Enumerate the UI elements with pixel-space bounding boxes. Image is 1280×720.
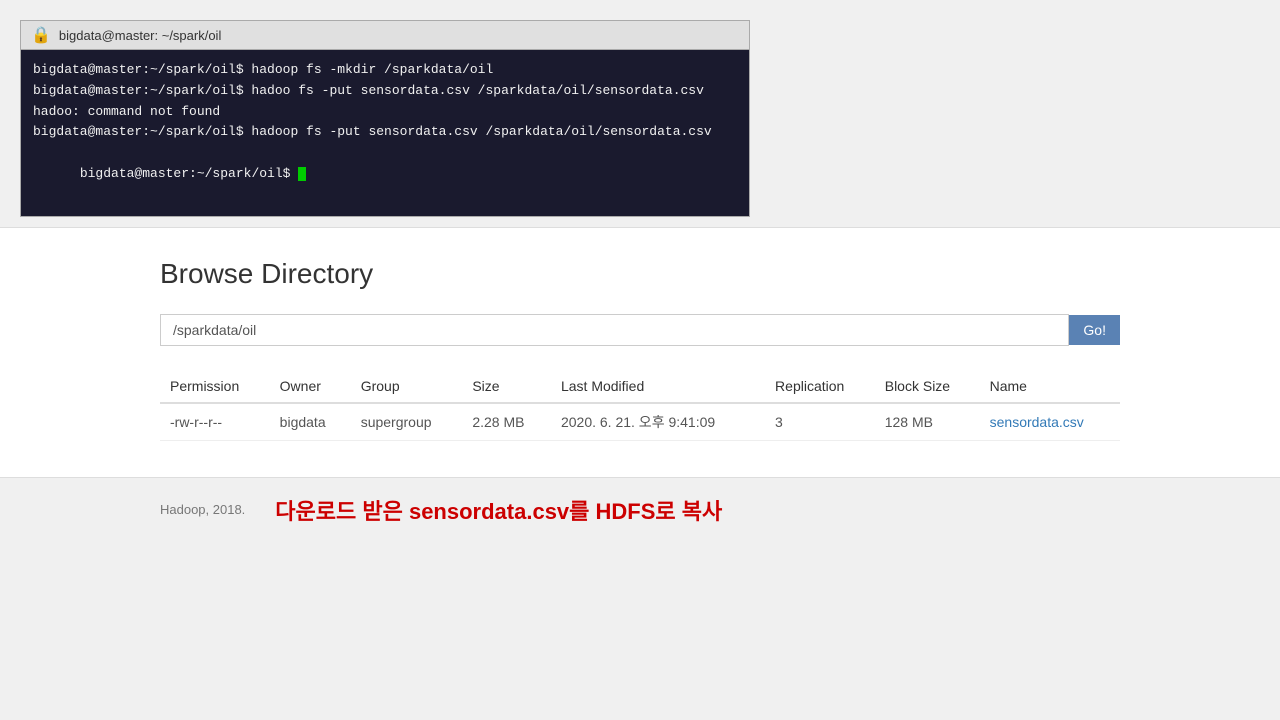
footer-copyright: Hadoop, 2018. (160, 502, 245, 517)
col-owner: Owner (270, 370, 351, 403)
col-group: Group (351, 370, 463, 403)
col-name: Name (980, 370, 1120, 403)
terminal-line-3: hadoo: command not found (33, 102, 737, 123)
col-size: Size (462, 370, 551, 403)
terminal-line-5: bigdata@master:~/spark/oil$ (33, 143, 737, 205)
browser-section: Browse Directory Go! Permission Owner Gr… (0, 227, 1280, 477)
terminal-line-4: bigdata@master:~/spark/oil$ hadoop fs -p… (33, 122, 737, 143)
table-row: -rw-r--r-- bigdata supergroup 2.28 MB 20… (160, 403, 1120, 441)
col-permission: Permission (160, 370, 270, 403)
terminal-body: bigdata@master:~/spark/oil$ hadoop fs -m… (20, 49, 750, 217)
col-replication: Replication (765, 370, 875, 403)
footer-annotation: 다운로드 받은 sensordata.csv를 HDFS로 복사 (275, 494, 722, 526)
cell-size: 2.28 MB (462, 403, 551, 441)
col-last-modified: Last Modified (551, 370, 765, 403)
go-button[interactable]: Go! (1069, 315, 1120, 345)
search-bar: Go! (160, 314, 1120, 346)
terminal-cursor (298, 167, 306, 181)
col-block-size: Block Size (875, 370, 980, 403)
terminal-wrapper: 🔒 bigdata@master: ~/spark/oil bigdata@ma… (0, 0, 1280, 227)
file-link[interactable]: sensordata.csv (990, 414, 1084, 430)
cell-block-size: 128 MB (875, 403, 980, 441)
cell-name[interactable]: sensordata.csv (980, 403, 1120, 441)
table-header-row: Permission Owner Group Size Last Modifie… (160, 370, 1120, 403)
directory-table: Permission Owner Group Size Last Modifie… (160, 370, 1120, 441)
footer-section: Hadoop, 2018. 다운로드 받은 sensordata.csv를 HD… (0, 477, 1280, 542)
terminal-title: bigdata@master: ~/spark/oil (59, 28, 221, 43)
cell-replication: 3 (765, 403, 875, 441)
terminal-titlebar: 🔒 bigdata@master: ~/spark/oil (20, 20, 750, 49)
cell-permission: -rw-r--r-- (160, 403, 270, 441)
terminal-icon: 🔒 (31, 25, 51, 45)
cell-last-modified: 2020. 6. 21. 오후 9:41:09 (551, 403, 765, 441)
path-input[interactable] (160, 314, 1069, 346)
terminal-line-2: bigdata@master:~/spark/oil$ hadoo fs -pu… (33, 81, 737, 102)
terminal-line-1: bigdata@master:~/spark/oil$ hadoop fs -m… (33, 60, 737, 81)
cell-group: supergroup (351, 403, 463, 441)
cell-owner: bigdata (270, 403, 351, 441)
browse-title: Browse Directory (160, 258, 1120, 290)
